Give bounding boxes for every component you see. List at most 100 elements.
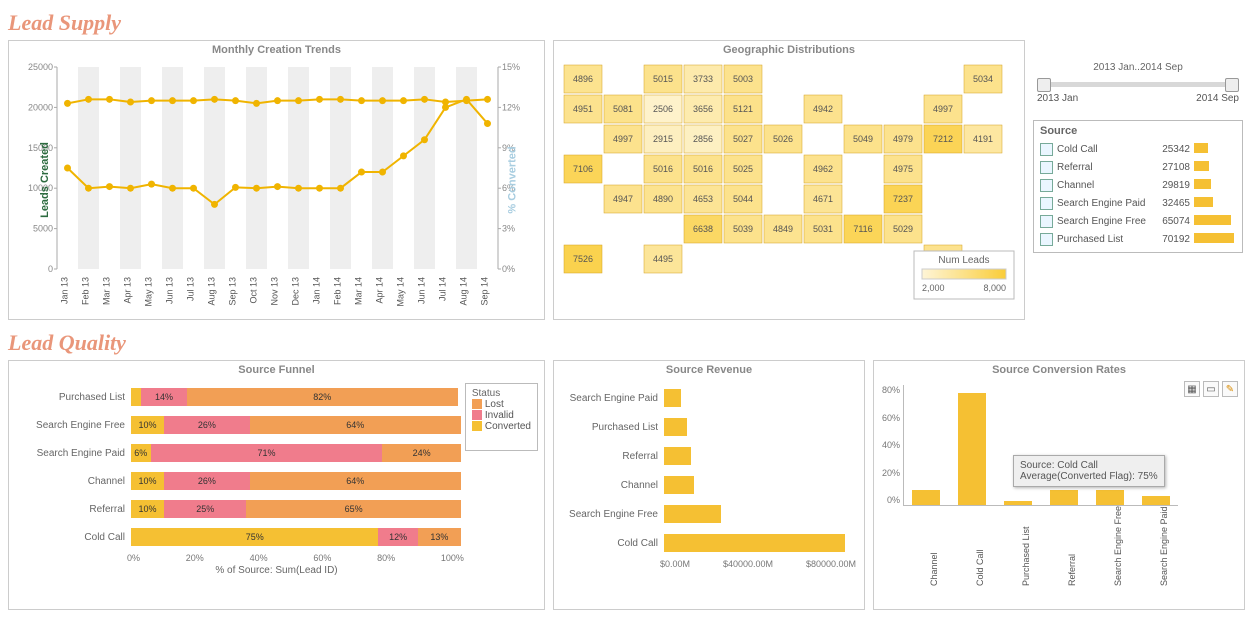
source-header: Source [1040, 125, 1236, 137]
svg-text:4997: 4997 [613, 134, 633, 144]
window-icon[interactable]: ▭ [1203, 381, 1219, 397]
svg-text:Jan 13: Jan 13 [60, 277, 70, 304]
svg-text:5034: 5034 [973, 74, 993, 84]
revenue-row[interactable]: Referral [558, 443, 856, 469]
revenue-row[interactable]: Search Engine Paid [558, 385, 856, 411]
funnel-row[interactable]: Channel 10% 26% 64% [13, 469, 461, 493]
revenue-title: Source Revenue [554, 361, 864, 379]
source-row[interactable]: Search Engine Free 65074 [1040, 212, 1236, 230]
funnel-label: Referral [13, 504, 131, 515]
svg-text:5016: 5016 [693, 164, 713, 174]
svg-text:4975: 4975 [893, 164, 913, 174]
svg-text:Nov 13: Nov 13 [270, 277, 280, 306]
svg-text:4896: 4896 [573, 74, 593, 84]
source-checkbox[interactable] [1040, 161, 1053, 174]
svg-text:Sep 14: Sep 14 [480, 277, 490, 306]
svg-text:May 13: May 13 [144, 277, 154, 307]
svg-text:Num Leads: Num Leads [938, 255, 989, 266]
date-range-slider[interactable] [1037, 77, 1239, 91]
svg-text:Oct 13: Oct 13 [249, 277, 259, 304]
svg-text:2506: 2506 [653, 104, 673, 114]
funnel-row[interactable]: Cold Call 75% 12% 13% [13, 525, 461, 549]
source-count: 70192 [1154, 234, 1190, 245]
slider-handle-end[interactable] [1225, 78, 1239, 92]
svg-text:5044: 5044 [733, 194, 753, 204]
svg-text:4951: 4951 [573, 104, 593, 114]
svg-text:Apr 14: Apr 14 [375, 277, 385, 304]
svg-text:12%: 12% [502, 102, 520, 112]
source-name: Channel [1057, 180, 1150, 191]
funnel-label: Search Engine Free [13, 420, 131, 431]
source-checkbox[interactable] [1040, 179, 1053, 192]
source-count: 32465 [1154, 198, 1190, 209]
svg-text:Jan 14: Jan 14 [312, 277, 322, 304]
revenue-row[interactable]: Search Engine Free [558, 501, 856, 527]
revenue-row[interactable]: Purchased List [558, 414, 856, 440]
svg-text:Mar 14: Mar 14 [354, 277, 364, 305]
svg-text:15%: 15% [502, 62, 520, 72]
svg-text:4191: 4191 [973, 134, 993, 144]
conversion-bar[interactable] [1004, 501, 1032, 506]
edit-icon[interactable]: ✎ [1222, 381, 1238, 397]
funnel-label: Cold Call [13, 532, 131, 543]
svg-text:5016: 5016 [653, 164, 673, 174]
svg-text:5015: 5015 [653, 74, 673, 84]
conversion-xlabel: Search Engine Free [1095, 510, 1123, 590]
source-row[interactable]: Cold Call 25342 [1040, 140, 1236, 158]
svg-text:May 14: May 14 [396, 277, 406, 307]
svg-text:2915: 2915 [653, 134, 673, 144]
geo-map[interactable]: 4896501537335003503449515081250636565121… [554, 59, 1024, 317]
svg-text:4671: 4671 [813, 194, 833, 204]
conversion-bar[interactable] [1050, 490, 1078, 505]
source-checkbox[interactable] [1040, 197, 1053, 210]
revenue-label: Referral [558, 451, 664, 462]
panel-conversion: Source Conversion Rates ▦ ▭ ✎ 80%60%40%2… [873, 360, 1245, 610]
grid-icon[interactable]: ▦ [1184, 381, 1200, 397]
section-title-quality: Lead Quality [8, 330, 1248, 356]
svg-text:0%: 0% [502, 264, 515, 274]
funnel-label: Search Engine Paid [13, 448, 131, 459]
svg-text:Aug 13: Aug 13 [207, 277, 217, 306]
svg-text:5121: 5121 [733, 104, 753, 114]
monthly-title: Monthly Creation Trends [9, 41, 544, 59]
revenue-label: Cold Call [558, 538, 664, 549]
source-row[interactable]: Purchased List 70192 [1040, 230, 1236, 248]
conversion-bar[interactable] [1142, 496, 1170, 505]
geo-title: Geographic Distributions [554, 41, 1024, 59]
source-row[interactable]: Referral 27108 [1040, 158, 1236, 176]
source-checkbox[interactable] [1040, 143, 1053, 156]
funnel-row[interactable]: Purchased List 14% 82% [13, 385, 461, 409]
svg-text:5029: 5029 [893, 224, 913, 234]
conversion-tooltip: Source: Cold Call Average(Converted Flag… [1013, 455, 1165, 487]
conversion-xlabel: Referral [1049, 510, 1077, 590]
source-checkbox[interactable] [1040, 215, 1053, 228]
source-row[interactable]: Search Engine Paid 32465 [1040, 194, 1236, 212]
source-row[interactable]: Channel 29819 [1040, 176, 1236, 194]
svg-text:20000: 20000 [28, 102, 53, 112]
conversion-bar[interactable] [958, 393, 986, 506]
revenue-label: Channel [558, 480, 664, 491]
funnel-row[interactable]: Search Engine Free 10% 26% 64% [13, 413, 461, 437]
svg-text:4979: 4979 [893, 134, 913, 144]
revenue-row[interactable]: Channel [558, 472, 856, 498]
conversion-bar[interactable] [912, 490, 940, 505]
revenue-label: Search Engine Paid [558, 393, 664, 404]
source-checkbox[interactable] [1040, 233, 1053, 246]
conversion-chart[interactable] [903, 385, 1178, 506]
svg-text:6638: 6638 [693, 224, 713, 234]
monthly-right-axis-label: % Converted [506, 146, 518, 213]
svg-text:4947: 4947 [613, 194, 633, 204]
funnel-label: Channel [13, 476, 131, 487]
svg-text:7116: 7116 [853, 224, 872, 234]
slider-handle-start[interactable] [1037, 78, 1051, 92]
svg-text:Jul 13: Jul 13 [186, 277, 196, 301]
revenue-label: Search Engine Free [558, 509, 664, 520]
funnel-row[interactable]: Referral 10% 25% 65% [13, 497, 461, 521]
funnel-row[interactable]: Search Engine Paid 6% 71% 24% [13, 441, 461, 465]
conversion-xlabel: Search Engine Paid [1141, 510, 1169, 590]
monthly-chart[interactable]: 05000100001500020000250000%3%6%9%12%15%J… [9, 59, 544, 317]
svg-text:5027: 5027 [733, 134, 753, 144]
svg-text:3%: 3% [502, 224, 515, 234]
revenue-row[interactable]: Cold Call [558, 530, 856, 556]
conversion-bar[interactable] [1096, 490, 1124, 505]
